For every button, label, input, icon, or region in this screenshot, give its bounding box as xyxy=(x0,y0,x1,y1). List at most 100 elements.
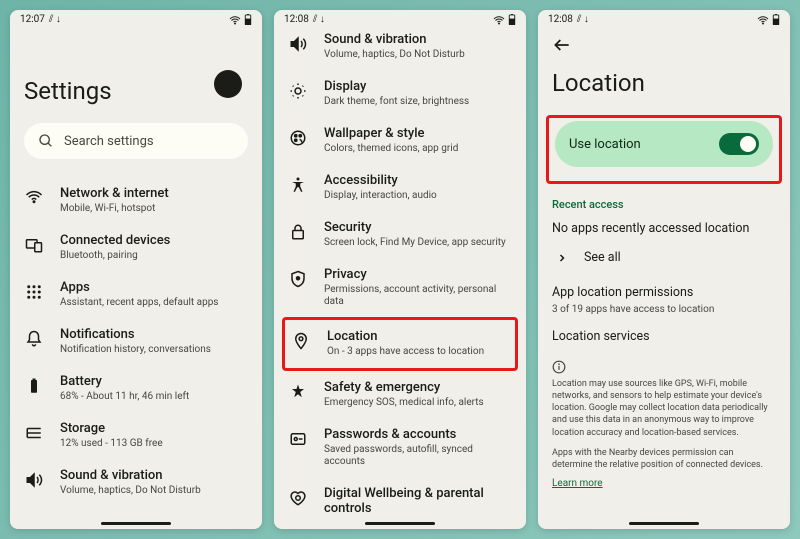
app-permissions-sub: 3 of 19 apps have access to location xyxy=(552,304,776,315)
settings-item-security[interactable]: Security Screen lock, Find My Device, app… xyxy=(288,211,512,258)
avatar[interactable] xyxy=(214,70,242,98)
battery-icon xyxy=(772,14,780,25)
location-icon xyxy=(291,331,311,351)
status-icons-left: ⫽ ↓ xyxy=(577,14,589,25)
use-location-label: Use location xyxy=(569,137,641,152)
row-subtitle: Volume, haptics, Do Not Disturb xyxy=(324,49,512,61)
row-title: Network & internet xyxy=(60,186,248,201)
search-input[interactable]: Search settings xyxy=(24,123,248,159)
location-services-row[interactable]: Location services xyxy=(552,329,776,344)
passwords-icon xyxy=(288,429,308,449)
row-title: Accessibility xyxy=(324,173,512,188)
row-subtitle: Volume, haptics, Do Not Disturb xyxy=(60,485,248,497)
row-title: Safety & emergency xyxy=(324,380,512,395)
settings-item-sound[interactable]: Sound & vibration Volume, haptics, Do Not… xyxy=(24,459,248,506)
wifi-icon xyxy=(229,15,241,25)
highlight-box: Use location xyxy=(546,115,782,184)
statusbar: 12:08 ⫽ ↓ xyxy=(538,10,790,27)
row-subtitle: Dark theme, font size, brightness xyxy=(324,96,512,108)
see-all-button[interactable]: See all xyxy=(552,240,776,275)
row-title: Privacy xyxy=(324,267,512,282)
status-icons-right xyxy=(229,14,252,25)
row-title: Security xyxy=(324,220,512,235)
display-icon xyxy=(288,81,308,101)
settings-item-apps[interactable]: Apps Assistant, recent apps, default apps xyxy=(24,271,248,318)
wifi-icon xyxy=(757,15,769,25)
wallpaper-icon xyxy=(288,128,308,148)
settings-item-location[interactable]: Location On - 3 apps have access to locat… xyxy=(291,323,509,358)
phone-location-settings: 12:08 ⫽ ↓ Location Use location Recent a… xyxy=(538,10,790,529)
battery-icon xyxy=(244,14,252,25)
statusbar: 12:07 ⫽ ↓ xyxy=(10,10,262,27)
row-subtitle: Display, interaction, audio xyxy=(324,190,512,202)
recent-access-label: Recent access xyxy=(552,198,776,211)
settings-item-passwords[interactable]: Passwords & accounts Saved passwords, aut… xyxy=(288,418,512,477)
status-icons-left: ⫽ ↓ xyxy=(49,14,61,25)
info-text-2: Apps with the Nearby devices permission … xyxy=(552,447,776,471)
row-subtitle: Saved passwords, autofill, synced accoun… xyxy=(324,444,512,468)
status-time: 12:07 xyxy=(20,14,45,25)
settings-item-devices[interactable]: Connected devices Bluetooth, pairing xyxy=(24,224,248,271)
security-icon xyxy=(288,222,308,242)
settings-item-privacy[interactable]: Privacy Permissions, account activity, pe… xyxy=(288,258,512,317)
safety-icon xyxy=(288,382,308,402)
settings-item-notifications[interactable]: Notifications Notification history, conve… xyxy=(24,318,248,365)
storage-icon xyxy=(24,423,44,443)
row-subtitle: Permissions, account activity, personal … xyxy=(324,284,512,308)
row-title: Sound & vibration xyxy=(60,468,248,483)
settings-item-storage[interactable]: Storage12% used - 113 GB free xyxy=(24,412,248,459)
arrow-left-icon xyxy=(552,35,572,55)
back-button[interactable] xyxy=(552,27,776,55)
row-title: Passwords & accounts xyxy=(324,427,512,442)
settings-item-wellbeing[interactable]: Digital Wellbeing & parental controlsScr… xyxy=(288,477,512,518)
use-location-toggle-row[interactable]: Use location xyxy=(555,121,773,167)
settings-item-safety[interactable]: Safety & emergencyEmergency SOS, medical… xyxy=(288,371,512,418)
home-indicator[interactable] xyxy=(101,522,171,525)
row-title: Location xyxy=(327,329,509,344)
app-permissions-row[interactable]: App location permissions 3 of 19 apps ha… xyxy=(552,285,776,315)
search-icon xyxy=(38,133,54,149)
settings-item-battery[interactable]: Battery 68% - About 11 hr, 46 min left xyxy=(24,365,248,412)
row-title: Display xyxy=(324,79,512,94)
privacy-icon xyxy=(288,269,308,289)
status-icons-right xyxy=(757,14,780,25)
row-title: Connected devices xyxy=(60,233,248,248)
row-subtitle: 68% - About 11 hr, 46 min left xyxy=(60,391,248,403)
page-title: Location xyxy=(552,69,776,97)
sound-icon xyxy=(288,34,308,54)
app-permissions-title: App location permissions xyxy=(552,285,776,300)
row-subtitle: Colors, themed icons, app grid xyxy=(324,143,512,155)
search-placeholder: Search settings xyxy=(64,134,154,149)
chevron-right-icon xyxy=(556,252,568,264)
settings-item-display[interactable]: Display Dark theme, font size, brightness xyxy=(288,70,512,117)
home-indicator[interactable] xyxy=(365,522,435,525)
row-title: Storage xyxy=(60,421,248,436)
phone-settings-main: 12:07 ⫽ ↓ Settings Search settings Netwo… xyxy=(10,10,262,529)
row-subtitle: Screen lock, Find My Device, app securit… xyxy=(324,237,512,249)
accessibility-icon xyxy=(288,175,308,195)
highlight-box: Location On - 3 apps have access to locat… xyxy=(282,317,518,371)
toggle-switch[interactable] xyxy=(719,133,759,155)
phone-settings-scrolled: 12:08 ⫽ ↓ Sound & vibrationVolume, hapti… xyxy=(274,10,526,529)
settings-item-wallpaper[interactable]: Wallpaper & style Colors, themed icons, a… xyxy=(288,117,512,164)
wifi-icon xyxy=(24,188,44,208)
row-title: Notifications xyxy=(60,327,248,342)
settings-item-sound[interactable]: Sound & vibrationVolume, haptics, Do Not… xyxy=(288,23,512,70)
status-time: 12:08 xyxy=(548,14,573,25)
row-title: Battery xyxy=(60,374,248,389)
settings-item-accessibility[interactable]: Accessibility Display, interaction, audio xyxy=(288,164,512,211)
row-title: Digital Wellbeing & parental controls xyxy=(324,486,512,516)
row-subtitle: Notification history, conversations xyxy=(60,344,248,356)
row-subtitle: Assistant, recent apps, default apps xyxy=(60,297,248,309)
learn-more-link[interactable]: Learn more xyxy=(552,478,603,489)
row-subtitle: Bluetooth, pairing xyxy=(60,250,248,262)
row-title: Apps xyxy=(60,280,248,295)
no-apps-text: No apps recently accessed location xyxy=(552,221,776,236)
see-all-label: See all xyxy=(584,250,621,265)
notifications-icon xyxy=(24,329,44,349)
settings-item-wifi[interactable]: Network & internetMobile, Wi-Fi, hotspot xyxy=(24,177,248,224)
row-title: Wallpaper & style xyxy=(324,126,512,141)
wellbeing-icon xyxy=(288,488,308,508)
row-subtitle: On - 3 apps have access to location xyxy=(327,346,509,358)
home-indicator[interactable] xyxy=(629,522,699,525)
